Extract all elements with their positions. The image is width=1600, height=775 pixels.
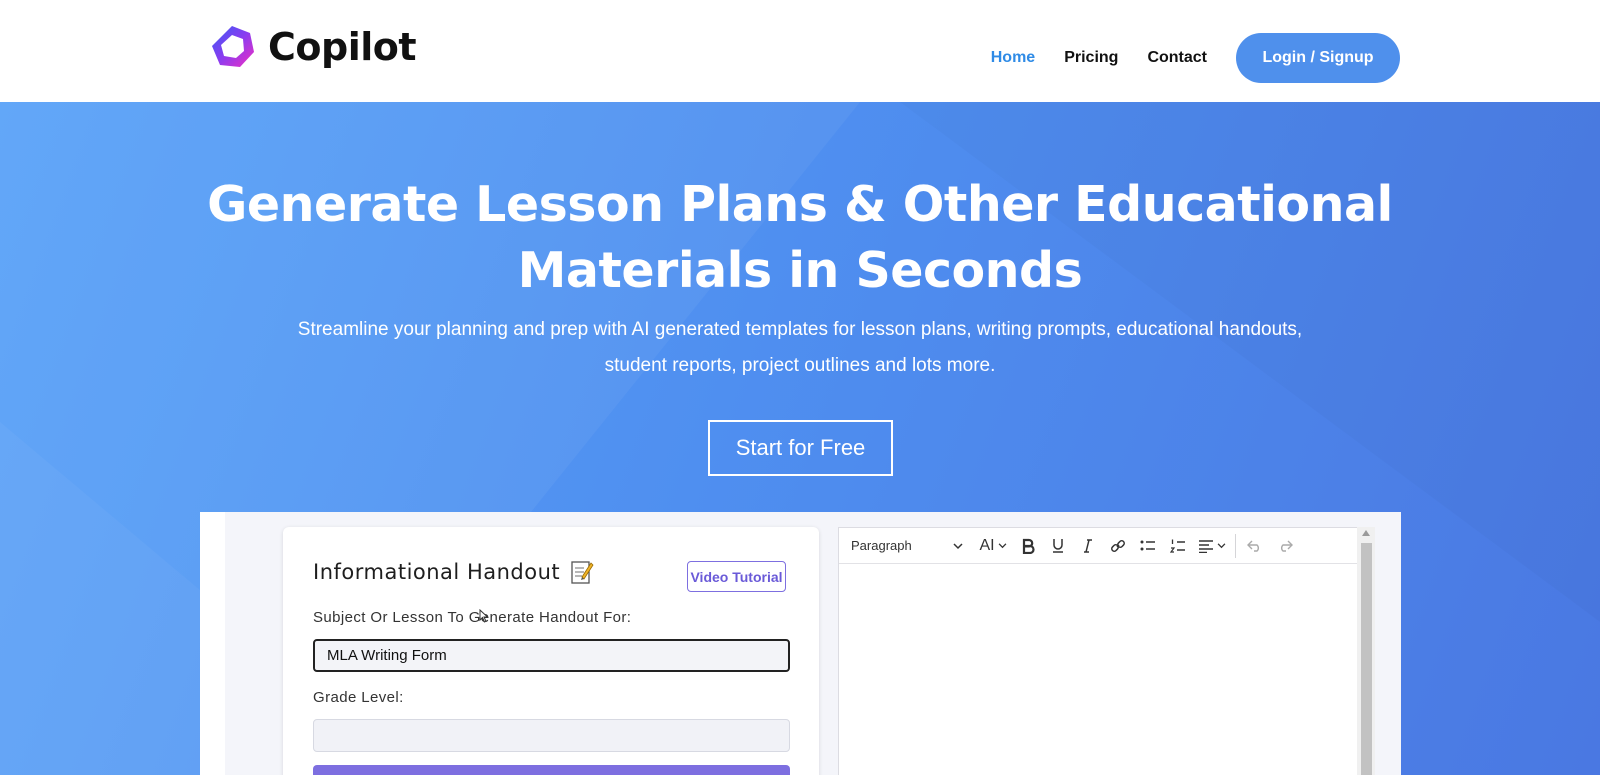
align-icon [1199,539,1213,553]
nav-home-link[interactable]: Home [991,33,1035,83]
subject-input[interactable] [313,639,790,672]
scrollbar-thumb[interactable] [1361,543,1372,775]
align-select[interactable] [1193,528,1231,564]
underline-icon[interactable] [1043,528,1073,564]
chevron-down-icon [953,538,963,553]
numbered-list-icon[interactable] [1163,528,1193,564]
start-for-free-button[interactable]: Start for Free [708,420,893,476]
video-tutorial-button[interactable]: Video Tutorial [687,561,786,592]
toolbar-divider [1235,533,1236,558]
grade-level-label: Grade Level: [313,689,404,706]
form-title-text: Informational Handout [313,560,561,584]
site-header: Copilot Home Pricing Contact Login / Sig… [0,0,1600,102]
copilot-logo-icon [210,24,256,70]
preview-left-strip [200,512,225,775]
block-format-value: Paragraph [851,538,912,553]
hero-subtitle-line-2: student reports, project outlines and lo… [604,355,996,376]
nav-contact-link[interactable]: Contact [1147,33,1207,83]
form-title: Informational Handout [313,559,594,585]
memo-icon [570,559,594,585]
undo-icon[interactable] [1240,528,1270,564]
hero-title: Generate Lesson Plans & Other Educationa… [0,172,1600,304]
hero-subtitle: Streamline your planning and prep with A… [250,312,1350,384]
editor-content-area[interactable] [839,565,1357,775]
main-nav: Home Pricing Contact Login / Signup [991,33,1400,83]
subject-label: Subject Or Lesson To Generate Handout Fo… [313,609,632,626]
bullet-list-icon[interactable] [1133,528,1163,564]
bold-icon[interactable] [1013,528,1043,564]
generate-button[interactable] [313,765,790,775]
nav-pricing-link[interactable]: Pricing [1064,33,1118,83]
block-format-select[interactable]: Paragraph [851,538,963,553]
handout-form-card: Informational Handout Video Tutorial Sub… [283,527,819,775]
hero-subtitle-line-1: Streamline your planning and prep with A… [297,319,1303,340]
font-size-icon: AI [979,536,995,554]
font-size-select[interactable]: AI [973,528,1013,564]
italic-icon[interactable] [1073,528,1103,564]
editor-toolbar: Paragraph AI [839,528,1357,564]
editor-scrollbar[interactable] [1357,527,1375,775]
app-preview-window: Informational Handout Video Tutorial Sub… [200,512,1401,775]
grade-level-input[interactable] [313,719,790,752]
hero-title-line-2: Materials in Seconds [517,242,1083,299]
hero-section: Generate Lesson Plans & Other Educationa… [0,102,1600,775]
brand-name: Copilot [268,25,417,69]
hero-title-line-1: Generate Lesson Plans & Other Educationa… [207,176,1393,233]
brand-logo[interactable]: Copilot [210,24,417,70]
redo-icon[interactable] [1270,528,1300,564]
scroll-up-arrow-icon[interactable] [1362,530,1370,536]
mouse-cursor-icon [479,608,489,628]
chevron-down-icon [1217,542,1226,548]
link-icon[interactable] [1103,528,1133,564]
rich-text-editor: Paragraph AI [838,527,1358,775]
chevron-down-icon [998,542,1006,548]
login-signup-button[interactable]: Login / Signup [1236,33,1400,83]
